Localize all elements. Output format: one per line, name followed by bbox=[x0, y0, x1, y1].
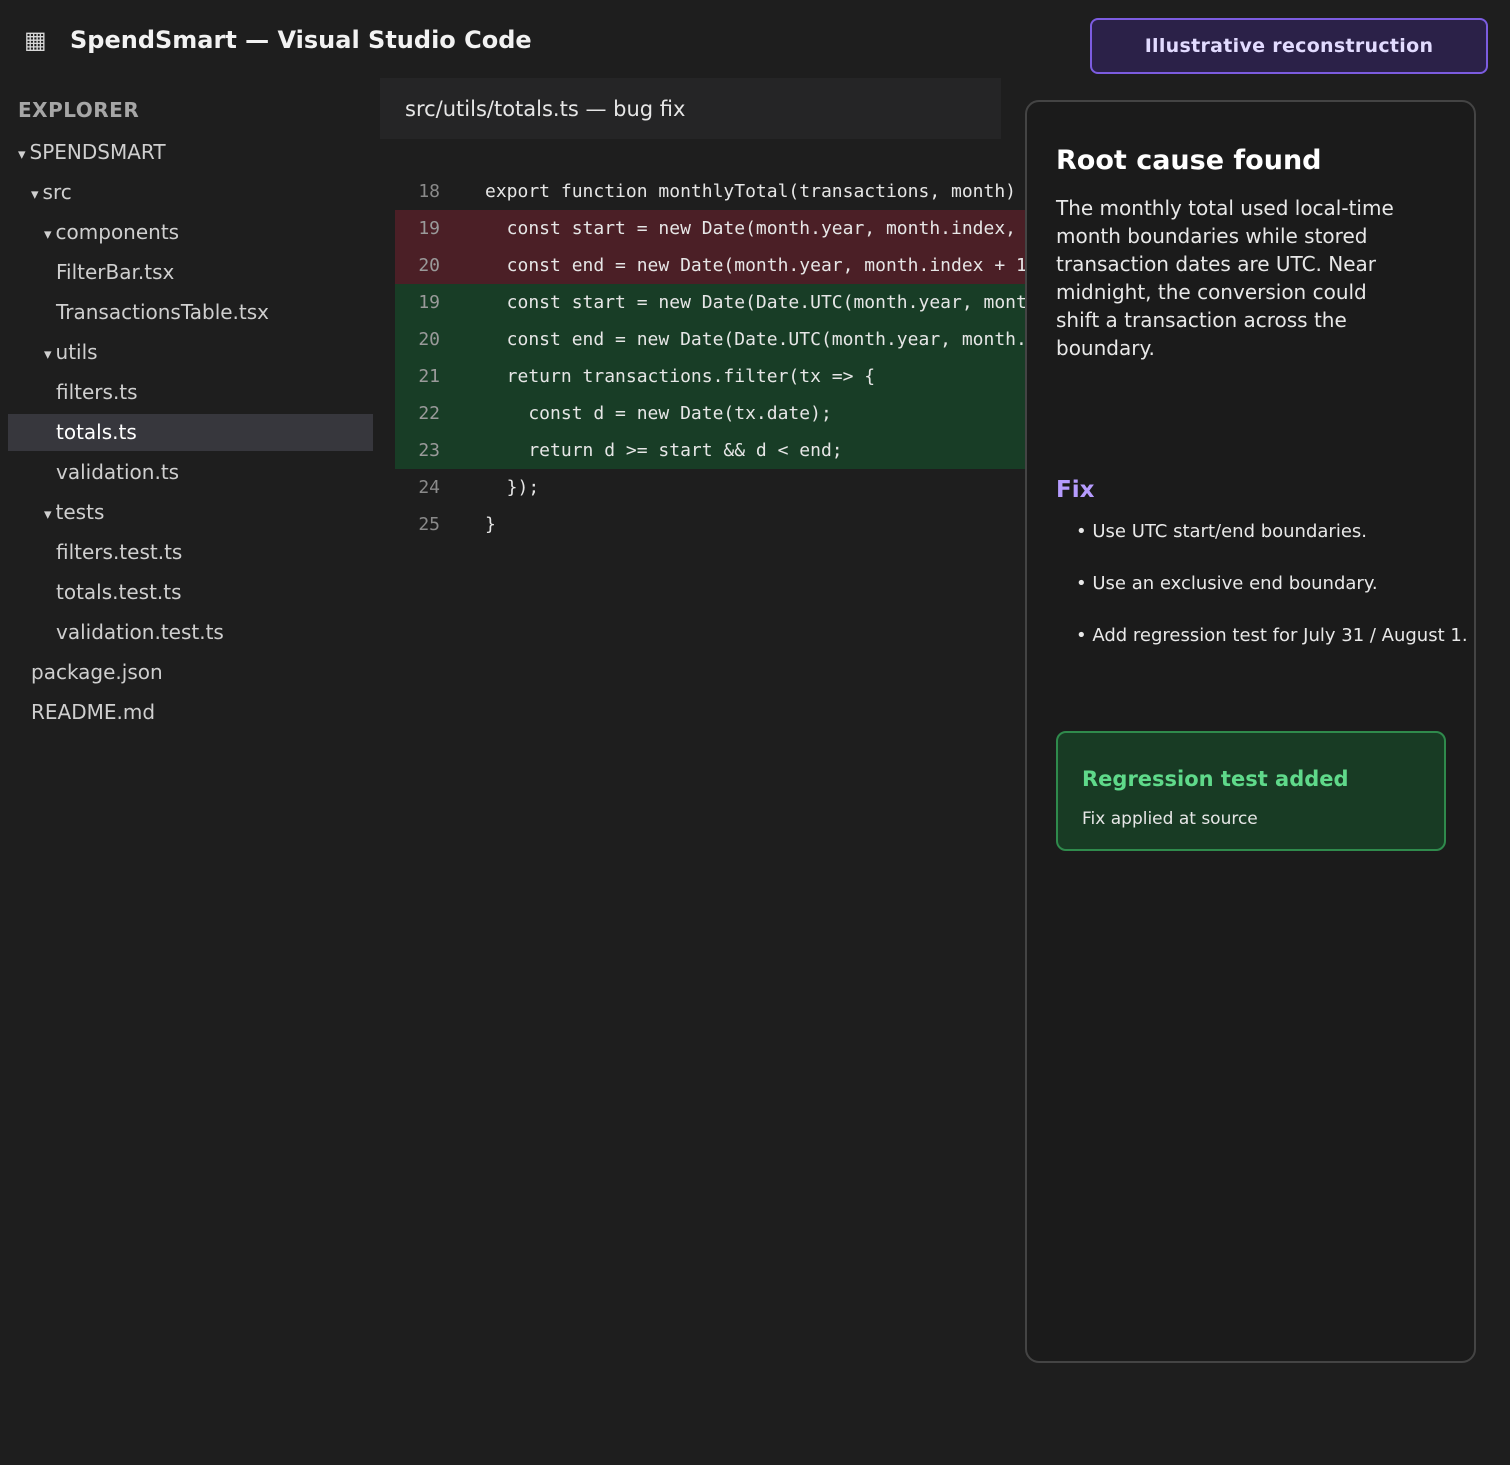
code-text: const end = new Date(month.year, month.i… bbox=[485, 255, 1025, 276]
code-text: return d >= start && d < end; bbox=[485, 440, 843, 461]
tree-item-label: totals.ts bbox=[56, 420, 137, 444]
line-number: 20 bbox=[418, 255, 440, 276]
tree-item-label: README.md bbox=[31, 700, 156, 724]
line-number: 25 bbox=[418, 514, 440, 535]
tree-item-label: TransactionsTable.tsx bbox=[56, 300, 270, 324]
line-number: 21 bbox=[418, 366, 440, 387]
vscode-app-icon: ▦ bbox=[24, 26, 47, 54]
tree-file-totals-test[interactable]: totals.test.ts bbox=[8, 574, 373, 611]
root-cause-heading: Root cause found bbox=[1056, 145, 1322, 176]
code-line-added: 20 const end = new Date(Date.UTC(month.y… bbox=[395, 321, 1025, 358]
line-number: 19 bbox=[418, 218, 440, 239]
illustrative-badge: Illustrative reconstruction bbox=[1090, 18, 1488, 74]
file-tree: ▾ SPENDSMART ▾ src ▾ components FilterBar.t… bbox=[8, 134, 373, 734]
tree-item-label: components bbox=[55, 220, 180, 244]
code-text: const d = new Date(tx.date); bbox=[485, 403, 832, 424]
tree-file-package-json[interactable]: package.json bbox=[8, 654, 373, 691]
chevron-down-icon: ▾ bbox=[18, 145, 26, 163]
tree-file-totals[interactable]: totals.ts bbox=[8, 414, 373, 451]
code-line: 25} bbox=[395, 506, 1025, 543]
tree-item-label: FilterBar.tsx bbox=[56, 260, 175, 284]
tree-file-filters-test[interactable]: filters.test.ts bbox=[8, 534, 373, 571]
tree-item-label: validation.ts bbox=[56, 460, 180, 484]
tree-folder-spendsmart[interactable]: ▾ SPENDSMART bbox=[8, 134, 373, 171]
title-bar: ▦ SpendSmart — Visual Studio Code Illust… bbox=[0, 0, 1510, 80]
code-text: }); bbox=[485, 477, 540, 498]
tree-item-label: SPENDSMART bbox=[29, 140, 166, 164]
line-number: 20 bbox=[418, 329, 440, 350]
chevron-down-icon: ▾ bbox=[44, 225, 52, 243]
window-title: SpendSmart — Visual Studio Code bbox=[70, 26, 532, 54]
code-text: export function monthlyTotal(transaction… bbox=[485, 181, 1025, 202]
fix-heading: Fix bbox=[1056, 477, 1095, 503]
tree-item-label: src bbox=[42, 180, 72, 204]
root-cause-description: The monthly total used local-time month … bbox=[1056, 196, 1394, 360]
tree-file-validation-test[interactable]: validation.test.ts bbox=[8, 614, 373, 651]
code-line-removed: 20 const end = new Date(month.year, mont… bbox=[395, 247, 1025, 284]
code-line-added: 22 const d = new Date(tx.date); bbox=[395, 395, 1025, 432]
line-number: 23 bbox=[418, 440, 440, 461]
fix-list: • Use UTC start/end boundaries. • Use an… bbox=[1076, 518, 1468, 674]
tree-folder-tests[interactable]: ▾ tests bbox=[8, 494, 373, 531]
tree-item-label: validation.test.ts bbox=[56, 620, 224, 644]
line-number: 18 bbox=[418, 181, 440, 202]
tree-item-label: utils bbox=[55, 340, 98, 364]
code-text: const start = new Date(Date.UTC(month.ye… bbox=[506, 292, 1025, 313]
root-cause-panel: Root cause found The monthly total used … bbox=[1025, 100, 1476, 1363]
success-subtitle: Fix applied at source bbox=[1082, 809, 1258, 829]
tree-item-label: filters.test.ts bbox=[56, 540, 183, 564]
chevron-down-icon: ▾ bbox=[31, 185, 39, 203]
tree-item-label: filters.ts bbox=[56, 380, 138, 404]
editor-tab[interactable]: src/utils/totals.ts — bug fix bbox=[380, 78, 1001, 139]
tree-item-label: tests bbox=[55, 500, 105, 524]
tree-file-validation[interactable]: validation.ts bbox=[8, 454, 373, 491]
code-editor[interactable]: 18 export function monthlyTotal(transacti… bbox=[395, 173, 1025, 553]
tree-folder-components[interactable]: ▾ components bbox=[8, 214, 373, 251]
code-text: } bbox=[485, 514, 496, 535]
fix-item: • Use UTC start/end boundaries. bbox=[1076, 521, 1367, 542]
explorer-title: EXPLORER bbox=[18, 98, 140, 122]
tree-file-filterbar[interactable]: FilterBar.tsx bbox=[8, 254, 373, 291]
tree-folder-src[interactable]: ▾ src bbox=[8, 174, 373, 211]
chevron-down-icon: ▾ bbox=[44, 505, 52, 523]
code-text: const end = new Date(Date.UTC(month.year… bbox=[506, 329, 1025, 350]
tree-file-filters[interactable]: filters.ts bbox=[8, 374, 373, 411]
code-line: 18 export function monthlyTotal(transacti… bbox=[395, 173, 1025, 210]
success-title: Regression test added bbox=[1082, 767, 1349, 791]
code-text: return transactions.filter(tx => { bbox=[485, 366, 876, 387]
fix-item: • Use an exclusive end boundary. bbox=[1076, 573, 1378, 594]
code-line-removed: 19 const start = new Date(month.year, mo… bbox=[395, 210, 1025, 247]
tree-item-label: totals.test.ts bbox=[56, 580, 182, 604]
chevron-down-icon: ▾ bbox=[44, 345, 52, 363]
tree-file-transactionstable[interactable]: TransactionsTable.tsx bbox=[8, 294, 373, 331]
tree-item-label: package.json bbox=[31, 660, 163, 684]
line-number: 19 bbox=[418, 292, 440, 313]
tree-file-readme[interactable]: README.md bbox=[8, 694, 373, 731]
code-line-added: 23 return d >= start && d < end; bbox=[395, 432, 1025, 469]
code-line: 24 }); bbox=[395, 469, 1025, 506]
tree-folder-utils[interactable]: ▾ utils bbox=[8, 334, 373, 371]
line-number: 22 bbox=[418, 403, 440, 424]
line-number: 24 bbox=[418, 477, 440, 498]
code-line-added: 19 const start = new Date(Date.UTC(month… bbox=[395, 284, 1025, 321]
explorer-sidebar: EXPLORER ▾ SPENDSMART ▾ src ▾ components Fi… bbox=[0, 80, 380, 1465]
code-line-added: 21 return transactions.filter(tx => { bbox=[395, 358, 1025, 395]
fix-item: • Add regression test for July 31 / Augu… bbox=[1076, 625, 1468, 646]
code-text: const start = new Date(month.year, month… bbox=[485, 218, 1025, 239]
regression-test-card: Regression test added Fix applied at sou… bbox=[1056, 731, 1446, 851]
editor-tab-label: src/utils/totals.ts — bug fix bbox=[405, 97, 686, 121]
